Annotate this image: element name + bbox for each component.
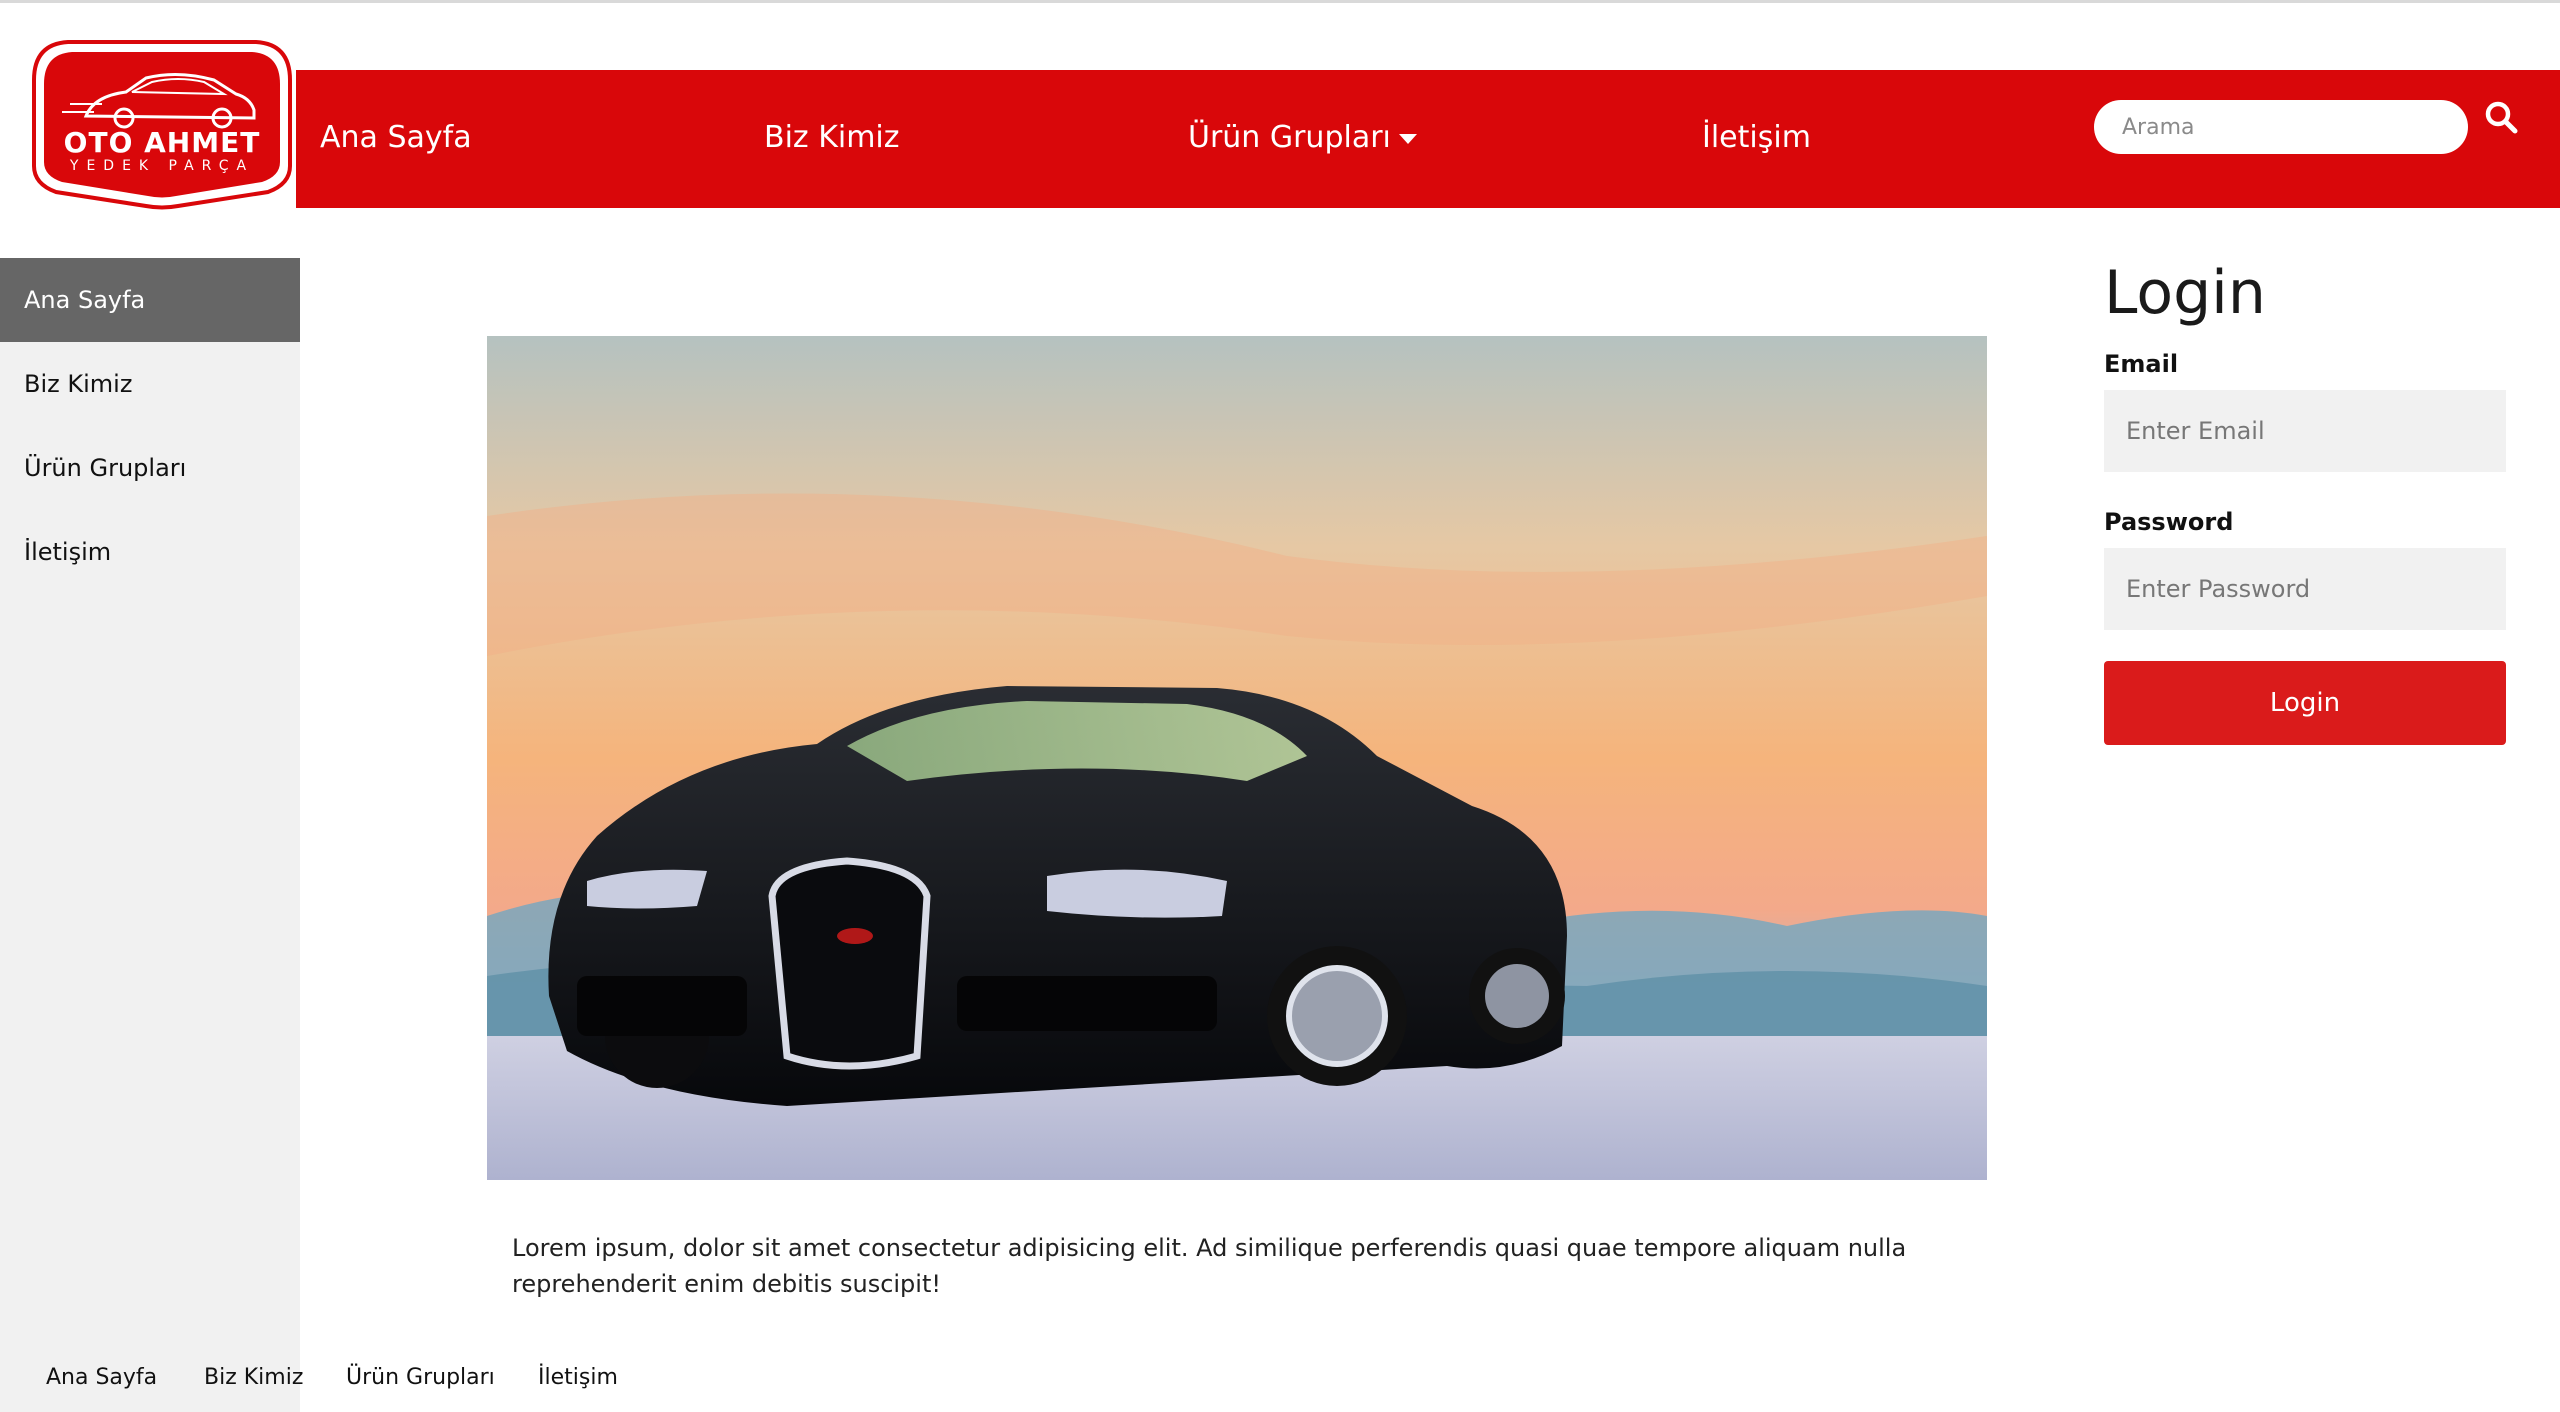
brand-tagline: YEDEK PARÇA <box>69 158 255 174</box>
top-border <box>0 0 2560 3</box>
brand-logo[interactable]: OTO AHMET YEDEK PARÇA <box>28 34 296 210</box>
search-icon[interactable] <box>2482 98 2522 138</box>
footer-link-contact[interactable]: İletişim <box>538 1365 618 1390</box>
footer-link-products[interactable]: Ürün Grupları <box>346 1365 495 1390</box>
caret-down-icon <box>1398 133 1417 144</box>
email-label: Email <box>2104 350 2179 378</box>
nav-products-label: Ürün Grupları <box>1188 120 1391 155</box>
password-field[interactable] <box>2104 548 2506 630</box>
sidebar-item-about[interactable]: Biz Kimiz <box>0 342 300 426</box>
login-title: Login <box>2104 258 2266 328</box>
nav-contact[interactable]: İletişim <box>1702 120 1811 155</box>
hero-car-image <box>487 336 1987 1180</box>
login-button[interactable]: Login <box>2104 661 2506 745</box>
sidebar: Ana Sayfa Biz Kimiz Ürün Grupları İletiş… <box>0 258 300 1412</box>
intro-paragraph: Lorem ipsum, dolor sit amet consectetur … <box>512 1234 1907 1298</box>
email-field[interactable] <box>2104 390 2506 472</box>
footer-link-home[interactable]: Ana Sayfa <box>46 1365 157 1390</box>
brand-name: OTO AHMET <box>63 126 261 159</box>
logo-badge <box>32 40 292 210</box>
search-input[interactable] <box>2094 100 2468 154</box>
sidebar-item-home[interactable]: Ana Sayfa <box>0 258 300 342</box>
password-label: Password <box>2104 508 2234 536</box>
sidebar-item-contact[interactable]: İletişim <box>0 510 300 594</box>
sidebar-item-products[interactable]: Ürün Grupları <box>0 426 300 510</box>
nav-about[interactable]: Biz Kimiz <box>764 120 900 155</box>
main-navbar: Ana Sayfa Biz Kimiz Ürün Grupları İletiş… <box>296 70 2560 208</box>
footer-link-about[interactable]: Biz Kimiz <box>204 1365 303 1390</box>
nav-home[interactable]: Ana Sayfa <box>320 120 472 155</box>
nav-products-dropdown[interactable]: Ürün Grupları <box>1188 120 1417 155</box>
